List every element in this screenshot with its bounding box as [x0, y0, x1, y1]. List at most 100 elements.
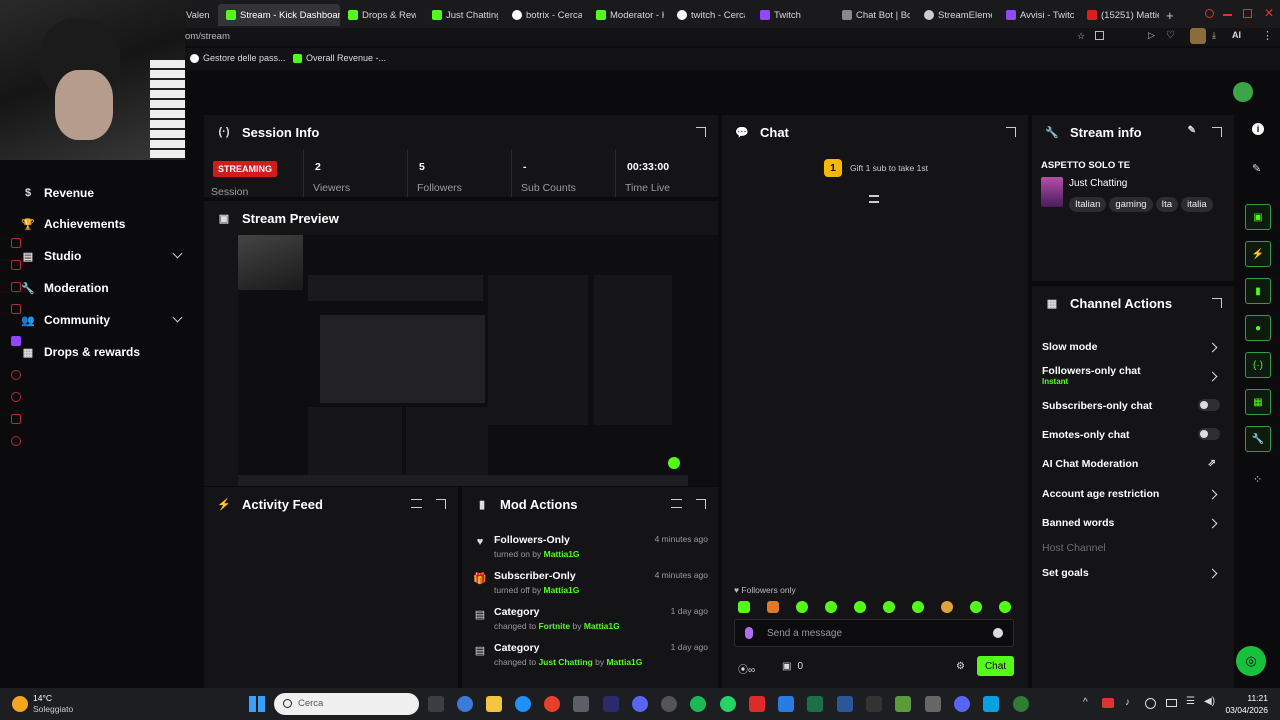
obs-icon[interactable]	[661, 696, 677, 712]
channel-action-followers-only[interactable]: Followers-only chat Instant	[1042, 365, 1224, 386]
premiere-icon[interactable]	[603, 696, 619, 712]
edit-icon[interactable]: ✎	[1188, 125, 1196, 136]
discord-icon[interactable]	[954, 696, 970, 712]
popout-icon[interactable]	[1212, 298, 1222, 308]
popout-icon[interactable]	[1212, 127, 1222, 137]
support-icon[interactable]: ◎	[1236, 646, 1266, 676]
emote-icon[interactable]	[883, 601, 895, 613]
app-icon[interactable]	[983, 696, 999, 712]
tag[interactable]: italia	[1181, 197, 1213, 212]
network-icon[interactable]: ☰	[1186, 696, 1195, 707]
popout-icon[interactable]	[436, 499, 446, 509]
browser-tab[interactable]: Avvisi - Twitc	[1006, 6, 1074, 24]
excel-icon[interactable]	[807, 696, 823, 712]
menu-icon[interactable]: ⋮	[1262, 29, 1273, 42]
rail-wrench-button[interactable]: 🔧	[1245, 426, 1271, 452]
tag[interactable]: gaming	[1109, 197, 1153, 212]
side-panel-icon[interactable]	[11, 260, 21, 270]
history-icon[interactable]	[11, 392, 21, 402]
emote-icon[interactable]	[854, 601, 866, 613]
category-thumbnail[interactable]	[1041, 177, 1063, 207]
rail-activity-button[interactable]: ⚡	[1245, 241, 1271, 267]
spotify-icon[interactable]	[690, 696, 706, 712]
browser-tab[interactable]: Valen	[186, 6, 216, 24]
mod-action-user[interactable]: Mattia1G	[544, 549, 580, 559]
edit-icon[interactable]: ✎	[1252, 162, 1261, 175]
app-icon[interactable]	[749, 696, 765, 712]
rail-broadcast-button[interactable]: (·)	[1245, 352, 1271, 378]
channel-action-subscribers-only[interactable]: Subscribers-only chat	[1042, 399, 1224, 412]
tray-chevron-icon[interactable]: ^	[1083, 697, 1088, 708]
filter-icon[interactable]	[411, 499, 422, 508]
file-explorer-icon[interactable]	[486, 696, 502, 712]
nav-item-drops[interactable]: ▦ Drops & rewards	[23, 345, 140, 359]
tray-app-icon[interactable]	[1102, 698, 1114, 708]
channel-action-ai-moderation[interactable]: AI Chat Moderation ⇗	[1042, 458, 1224, 470]
popout-icon[interactable]	[696, 127, 706, 137]
filter-icon[interactable]	[671, 499, 682, 508]
side-panel-icon[interactable]	[11, 304, 21, 314]
emoji-icon[interactable]	[993, 628, 1003, 638]
rail-modlog-button[interactable]: ▮	[1245, 278, 1271, 304]
side-panel-icon[interactable]	[11, 414, 21, 424]
tray-icon[interactable]	[1145, 698, 1156, 709]
clock-date[interactable]: 03/04/2026	[1222, 705, 1268, 715]
stream-preview-video[interactable]	[238, 235, 718, 486]
popout-icon[interactable]	[1006, 127, 1016, 137]
settings-icon[interactable]	[11, 436, 21, 446]
new-tab-icon[interactable]: +	[1166, 8, 1174, 23]
points-counter[interactable]: ▣ 0	[782, 661, 803, 672]
bookmark-item[interactable]: Overall Revenue -...	[293, 53, 386, 63]
mod-action-user[interactable]: Mattia1G	[543, 585, 579, 595]
heart-icon[interactable]: ♡	[1166, 30, 1175, 41]
emote-icon[interactable]	[941, 601, 953, 613]
browser-tab[interactable]: botrix - Cerca	[512, 6, 582, 24]
search-tabs-icon[interactable]	[1205, 9, 1214, 18]
tag[interactable]: Ita	[1155, 197, 1179, 212]
close-window-icon[interactable]: ✕	[1264, 6, 1274, 20]
nav-item-revenue[interactable]: $ Revenue	[25, 186, 94, 200]
twitch-icon[interactable]	[11, 336, 21, 346]
side-panel-icon[interactable]	[11, 238, 21, 248]
opera-icon[interactable]	[544, 696, 560, 712]
channel-action-banned-words[interactable]: Banned words	[1042, 517, 1224, 529]
mod-action-target[interactable]: Fortnite	[538, 621, 570, 631]
edge-icon[interactable]	[515, 696, 531, 712]
app-icon[interactable]	[632, 696, 648, 712]
keyboard-icon[interactable]	[1166, 699, 1177, 707]
browser-tab[interactable]: (15251) Mattie	[1087, 6, 1159, 24]
app-icon[interactable]	[1013, 696, 1029, 712]
whatsapp-icon[interactable]	[720, 696, 736, 712]
emote-icon[interactable]	[767, 601, 779, 613]
pin-expand-icon[interactable]	[869, 195, 879, 203]
minecraft-icon[interactable]	[895, 696, 911, 712]
mod-action-target[interactable]: Just Chatting	[538, 657, 592, 667]
weather-icon[interactable]	[12, 696, 28, 712]
mic-icon[interactable]	[745, 627, 753, 639]
mod-action-user[interactable]: Mattia1G	[584, 621, 620, 631]
app-icon[interactable]	[925, 696, 941, 712]
nav-item-achievements[interactable]: 🏆 Achievements	[21, 217, 125, 231]
browser-tab[interactable]: Chat Bot | Bo	[842, 6, 910, 24]
channel-action-slow-mode[interactable]: Slow mode	[1042, 341, 1224, 353]
layout-icon[interactable]: ⁘	[1253, 473, 1262, 486]
download-icon[interactable]: ⤓	[1212, 30, 1216, 41]
browser-tab[interactable]: Twitch	[760, 6, 820, 24]
emote-icon[interactable]	[796, 601, 808, 613]
rail-preview-button[interactable]: ▣	[1245, 204, 1271, 230]
taskbar-search[interactable]: Cerca	[274, 693, 419, 715]
volume-icon[interactable]: ◀)	[1204, 696, 1215, 707]
toggle-switch[interactable]	[1198, 399, 1220, 411]
rail-actions-button[interactable]: ▦	[1245, 389, 1271, 415]
chat-settings-icon[interactable]: ⚙	[956, 661, 965, 672]
app-icon[interactable]	[778, 696, 794, 712]
store-icon[interactable]	[573, 696, 589, 712]
windows-start-icon[interactable]	[249, 696, 265, 712]
emote-icon[interactable]	[970, 601, 982, 613]
browser-tab[interactable]: twitch - Cerca	[677, 6, 745, 24]
toggle-switch[interactable]	[1198, 428, 1220, 440]
emote-icon[interactable]	[999, 601, 1011, 613]
info-icon[interactable]: i	[1252, 123, 1264, 135]
screenshot-icon[interactable]	[1095, 31, 1104, 40]
side-panel-icon[interactable]	[11, 370, 21, 380]
